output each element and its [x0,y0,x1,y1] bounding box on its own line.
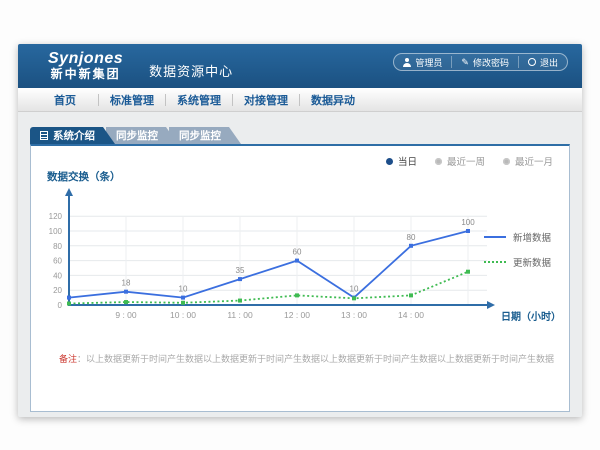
svg-text:12 : 00: 12 : 00 [284,310,310,320]
app-window: Synjones 新中新集团 数据资源中心 管理员 ✎ 修改密码 退出 首页 标… [18,44,582,417]
page-title: 数据资源中心 [149,53,233,80]
legend-item-new-data: 新增数据 [484,230,551,244]
svg-text:100: 100 [49,227,63,236]
svg-text:13 : 00: 13 : 00 [341,310,367,320]
svg-text:18: 18 [122,279,131,288]
svg-text:80: 80 [407,233,416,242]
nav-item-data-change[interactable]: 数据异动 [300,92,366,108]
tab-sync-monitor-1[interactable]: 同步监控 [106,127,178,144]
note-prefix: 备注 [59,354,77,364]
nav-item-home[interactable]: 首页 [32,92,98,108]
svg-text:9 : 00: 9 : 00 [115,310,137,320]
nav-item-standard-mgmt[interactable]: 标准管理 [99,92,165,108]
svg-text:10: 10 [179,285,188,294]
user-label: 管理员 [415,56,442,69]
legend-label: 更新数据 [513,255,551,269]
svg-text:60: 60 [293,248,302,257]
logo-text-en: Synjones [48,51,123,68]
radio-dot-icon [435,158,442,165]
svg-text:10: 10 [350,285,359,294]
tab-bar: 系统介绍 同步监控 同步监控 [30,127,570,144]
logout-label: 退出 [540,56,558,69]
radio-dot-icon [386,158,393,165]
svg-text:数据交换（条）: 数据交换（条） [46,170,121,183]
legend-swatch-solid [484,236,506,238]
legend-swatch-dotted [484,261,506,263]
radio-dot-icon [503,158,510,165]
user-button[interactable]: 管理员 [394,56,451,68]
svg-text:10 : 00: 10 : 00 [170,310,196,320]
company-logo: Synjones 新中新集团 [48,51,123,80]
tab-label: 同步监控 [179,128,221,143]
tab-sync-monitor-2[interactable]: 同步监控 [169,127,241,144]
tab-label: 系统介绍 [53,128,95,143]
change-password-label: 修改密码 [473,56,509,69]
footer-note: 备注：以上数据更新于时间产生数据以上数据更新于时间产生数据以上数据更新于时间产生… [59,352,555,365]
chart-panel: 当日 最近一周 最近一月 数据交换（条）日期（小时）02040608010012… [30,144,570,412]
app-header: Synjones 新中新集团 数据资源中心 管理员 ✎ 修改密码 退出 [18,44,582,88]
logo-text-cn: 新中新集团 [48,68,123,81]
svg-text:14 : 00: 14 : 00 [398,310,424,320]
edit-icon: ✎ [461,58,469,67]
content-area: 系统介绍 同步监控 同步监控 当日 最近一周 [18,112,582,412]
main-nav: 首页 标准管理 系统管理 对接管理 数据异动 [18,88,582,112]
power-icon [528,58,536,66]
svg-text:40: 40 [53,271,62,280]
user-icon [403,58,411,67]
svg-text:60: 60 [53,257,62,266]
svg-text:日期（小时）: 日期（小时） [501,310,561,323]
tab-system-intro[interactable]: 系统介绍 [30,127,115,144]
nav-item-interface-mgmt[interactable]: 对接管理 [233,92,299,108]
legend-item-updated-data: 更新数据 [484,255,551,269]
user-actions-group: 管理员 ✎ 修改密码 退出 [393,53,568,71]
svg-text:20: 20 [53,286,62,295]
svg-text:120: 120 [49,212,63,221]
document-icon [40,131,48,140]
note-body: ：以上数据更新于时间产生数据以上数据更新于时间产生数据以上数据更新于时间产生数据… [77,354,555,364]
legend-label: 新增数据 [513,230,551,244]
svg-text:35: 35 [236,266,245,275]
svg-text:100: 100 [461,218,475,227]
change-password-button[interactable]: ✎ 修改密码 [451,56,518,68]
svg-text:11 : 00: 11 : 00 [227,310,253,320]
logout-button[interactable]: 退出 [518,56,567,68]
svg-text:80: 80 [53,242,62,251]
nav-item-system-mgmt[interactable]: 系统管理 [166,92,232,108]
chart-legend: 新增数据 更新数据 [484,230,551,269]
tab-label: 同步监控 [116,128,158,143]
svg-text:0: 0 [58,301,63,310]
